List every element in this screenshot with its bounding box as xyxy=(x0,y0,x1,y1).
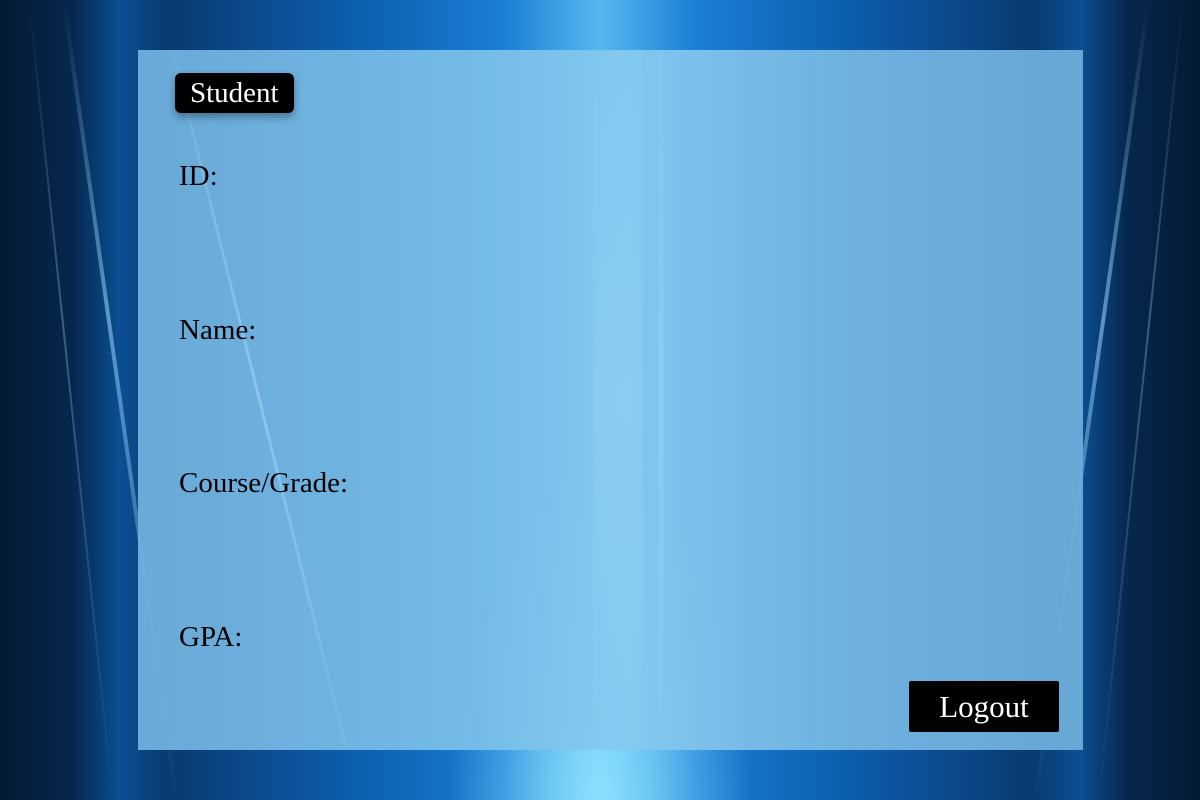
panel-light-streak xyxy=(658,50,664,750)
panel-light-streak xyxy=(593,50,643,750)
course-grade-label: Course/Grade: xyxy=(179,467,349,499)
page-background: { "header": { "title": "Student" }, "fie… xyxy=(0,0,1200,800)
logout-button[interactable]: Logout xyxy=(909,681,1059,732)
id-label: ID: xyxy=(179,160,218,192)
background-light-streak xyxy=(1097,0,1185,800)
background-light-streak xyxy=(27,0,115,800)
gpa-label: GPA: xyxy=(179,621,243,653)
page-title-badge: Student xyxy=(175,73,294,113)
name-label: Name: xyxy=(179,314,257,346)
student-info-panel: Student ID: Name: Course/Grade: GPA: Log… xyxy=(138,50,1083,750)
